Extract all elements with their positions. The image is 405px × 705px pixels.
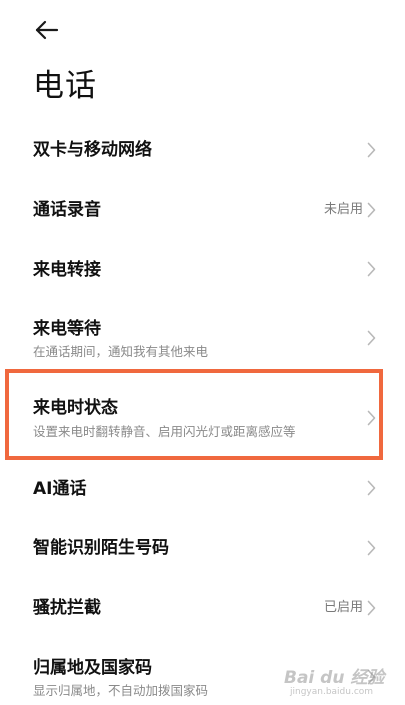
list-item-title: 通话录音 [33,200,101,220]
chevron-right-icon [367,330,376,346]
list-item-subtitle: 在通话期间，通知我有其他来电 [33,344,209,359]
chevron-right-icon [367,480,376,496]
chevron-right-icon [367,142,376,158]
list-item-subtitle: 设置来电时翻转静音、启用闪光灯或距离感应等 [33,424,296,439]
chevron-right-icon [367,600,376,616]
list-item-title: 双卡与移动网络 [33,140,152,160]
list-item-call-forwarding[interactable]: 来电转接 [0,242,405,298]
list-item-smart-caller-id[interactable]: 智能识别陌生号码 [0,521,405,577]
chevron-right-icon [367,261,376,277]
list-item-title: 来电时状态 [33,398,118,418]
chevron-right-icon [367,669,376,685]
status-value: 已启用 [323,600,363,615]
list-item-title: 来电转接 [33,260,101,280]
list-item-subtitle: 显示归属地，不自动加拨国家码 [33,683,209,698]
list-item-title: AI通话 [33,479,87,499]
list-item-dual-sim[interactable]: 双卡与移动网络 [0,123,405,179]
list-item-title: 来电等待 [33,319,101,339]
chevron-right-icon [367,202,376,218]
list-item-call-waiting[interactable]: 来电等待 在通话期间，通知我有其他来电 [0,303,405,369]
list-item-ai-call[interactable]: AI通话 [0,462,405,516]
list-item-spam-blocking[interactable]: 骚扰拦截 已启用 [0,581,405,637]
status-value: 未启用 [323,202,363,217]
list-item-title: 智能识别陌生号码 [33,538,169,558]
chevron-right-icon [367,540,376,556]
list-item-incoming-call-status[interactable]: 来电时状态 设置来电时翻转静音、启用闪光灯或距离感应等 [0,373,405,457]
list-item-call-recording[interactable]: 通话录音 未启用 [0,182,405,238]
list-item-title: 归属地及国家码 [33,658,152,678]
list-item-title: 骚扰拦截 [33,598,101,618]
list-item-location-country-code[interactable]: 归属地及国家码 显示归属地，不自动加拨国家码 [0,645,405,705]
chevron-right-icon [367,410,376,426]
settings-list: 双卡与移动网络 通话录音 未启用 来电转接 来电等待 在通话期间，通知我有其他来… [0,0,405,705]
